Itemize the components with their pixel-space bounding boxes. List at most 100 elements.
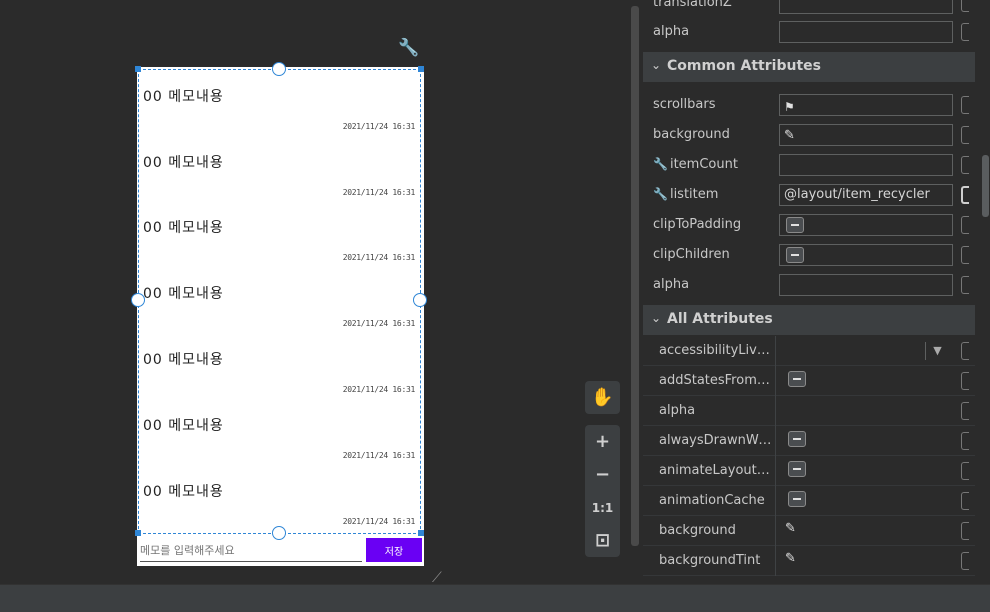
zoom-out-button[interactable]: −	[585, 458, 620, 491]
memo-date: 2021/11/24 16:31	[342, 188, 416, 197]
memo-title: 00 메모내용	[143, 155, 224, 171]
attr-row-clipChildren: clipChildren	[643, 240, 975, 270]
attr-reference-bracket[interactable]	[961, 552, 969, 570]
section-common-attributes[interactable]: ⌄ Common Attributes	[643, 52, 975, 82]
tristate-toggle[interactable]	[788, 461, 806, 477]
attr-label: animateLayoutCh...	[659, 463, 773, 478]
attr-value-field[interactable]	[779, 21, 953, 43]
resize-handle-bottom-left[interactable]	[135, 530, 141, 536]
save-button[interactable]: 저장	[366, 538, 422, 562]
attr-value-field[interactable]	[779, 214, 953, 236]
memo-date: 2021/11/24 16:31	[342, 253, 416, 262]
tristate-toggle[interactable]	[788, 431, 806, 447]
tristate-toggle[interactable]	[788, 491, 806, 507]
chevron-down-icon: ⌄	[651, 58, 662, 72]
column-separator	[775, 426, 776, 456]
memo-list-item[interactable]: 00 메모내용 2021/11/24 16:31	[141, 204, 419, 270]
attr-reference-bracket[interactable]	[961, 246, 969, 264]
constraint-handle-right[interactable]	[413, 293, 427, 307]
memo-title: 00 메모내용	[143, 220, 224, 236]
dropdown-arrow-icon[interactable]: ▼	[925, 342, 949, 360]
attr-reference-bracket[interactable]	[961, 23, 969, 41]
attr-value-field[interactable]: ⚑	[779, 94, 953, 116]
resize-handle-bottom-right[interactable]	[418, 530, 424, 536]
attr-label-text: itemCount	[669, 157, 738, 172]
resize-handle-top-left[interactable]	[135, 66, 141, 72]
attr-reference-bracket[interactable]	[961, 462, 969, 480]
attr-row-addStatesFromChildren: addStatesFromCh...	[643, 366, 975, 396]
eyedropper-icon[interactable]: ✎	[785, 551, 796, 566]
memo-list-item[interactable]: 00 메모내용 2021/11/24 16:31	[141, 336, 419, 402]
column-separator	[775, 546, 776, 576]
attr-label: alpha	[653, 24, 690, 39]
memo-list-item[interactable]: 00 메모내용 2021/11/24 16:31	[141, 402, 419, 468]
memo-list-item[interactable]: 00 메모내용 2021/11/24 16:31	[141, 270, 419, 336]
attr-label: clipChildren	[653, 247, 730, 262]
canvas-scrollbar[interactable]	[631, 6, 639, 546]
attr-row-itemCount: 🔧 itemCount	[643, 150, 975, 180]
attr-label: alpha	[659, 403, 696, 418]
attr-row-alpha-all: alpha	[643, 396, 975, 426]
eyedropper-icon[interactable]: ✎	[784, 126, 795, 145]
attributes-scrollbar[interactable]	[982, 155, 989, 217]
section-title: Common Attributes	[667, 58, 821, 74]
pan-hand-icon[interactable]: ✋	[585, 381, 620, 414]
attr-row-scrollbars: scrollbars ⚑	[643, 90, 975, 120]
column-separator	[775, 456, 776, 486]
attr-reference-bracket[interactable]	[961, 402, 969, 420]
tristate-toggle[interactable]	[786, 247, 804, 263]
memo-list-item[interactable]: 00 메모내용 2021/11/24 16:31	[141, 139, 419, 205]
column-separator	[775, 516, 776, 546]
attr-row-translationZ: translationZ	[643, 0, 975, 18]
attr-reference-bracket[interactable]	[961, 276, 969, 294]
attr-label-with-icon: 🔧 listitem	[653, 187, 718, 202]
constraint-handle-bottom[interactable]	[272, 526, 286, 540]
attr-value-field[interactable]	[779, 244, 953, 266]
attr-reference-bracket[interactable]	[961, 156, 969, 174]
flag-icon[interactable]: ⚑	[784, 97, 795, 115]
attr-value-field[interactable]	[779, 0, 953, 14]
attr-row-alpha: alpha	[643, 17, 975, 47]
attr-label: addStatesFromCh...	[659, 373, 773, 388]
attr-reference-bracket[interactable]	[961, 126, 969, 144]
attr-reference-bracket[interactable]	[961, 96, 969, 114]
column-separator	[775, 336, 776, 366]
wrench-icon[interactable]: 🔧	[398, 38, 419, 58]
attr-value-field[interactable]: ✎	[779, 124, 953, 146]
attr-reference-bracket[interactable]	[961, 522, 969, 540]
zoom-in-button[interactable]: +	[585, 425, 620, 458]
attr-reference-bracket[interactable]	[961, 372, 969, 390]
attr-reference-bracket[interactable]	[961, 432, 969, 450]
attr-label: background	[659, 523, 736, 538]
attr-value-field[interactable]	[779, 274, 953, 296]
eyedropper-icon[interactable]: ✎	[785, 521, 796, 536]
memo-list-item[interactable]: 00 메모내용 2021/11/24 16:31	[141, 468, 419, 534]
actual-size-button[interactable]: 1:1	[585, 491, 620, 524]
attr-reference-bracket[interactable]	[961, 0, 969, 12]
attr-value-field[interactable]	[779, 154, 953, 176]
resize-handle-top-right[interactable]	[418, 66, 424, 72]
constraint-handle-top[interactable]	[272, 62, 286, 76]
tristate-toggle[interactable]	[786, 217, 804, 233]
attr-label: animationCache	[659, 493, 765, 508]
attr-row-alwaysDrawnWithCache: alwaysDrawnWith...	[643, 426, 975, 456]
attr-reference-bracket[interactable]	[961, 216, 969, 234]
design-canvas[interactable]: 🔧 00 메모내용 2021/11/24 16:31 00 메모내용 2021/11/…	[0, 0, 639, 586]
attr-label: background	[653, 127, 730, 142]
constraint-handle-left[interactable]	[131, 293, 145, 307]
memo-title: 00 메모내용	[143, 89, 224, 105]
memo-input[interactable]	[140, 540, 362, 562]
attr-row-accessibilityLiveRegion: accessibilityLiveRe... ▼	[643, 336, 975, 366]
memo-list-item[interactable]: 00 메모내용 2021/11/24 16:31	[141, 73, 419, 139]
tristate-toggle[interactable]	[788, 371, 806, 387]
attr-reference-bracket[interactable]	[961, 492, 969, 510]
attr-value-field[interactable]: @layout/item_recycler	[779, 184, 953, 206]
memo-date: 2021/11/24 16:31	[342, 319, 416, 328]
section-all-attributes[interactable]: ⌄ All Attributes	[643, 305, 975, 335]
attr-label: scrollbars	[653, 97, 716, 112]
column-separator	[775, 396, 776, 426]
attr-reference-bracket[interactable]	[961, 186, 969, 204]
attr-reference-bracket[interactable]	[961, 342, 969, 360]
memo-title: 00 메모내용	[143, 418, 224, 434]
zoom-to-fit-button[interactable]: ⊡	[585, 524, 620, 557]
